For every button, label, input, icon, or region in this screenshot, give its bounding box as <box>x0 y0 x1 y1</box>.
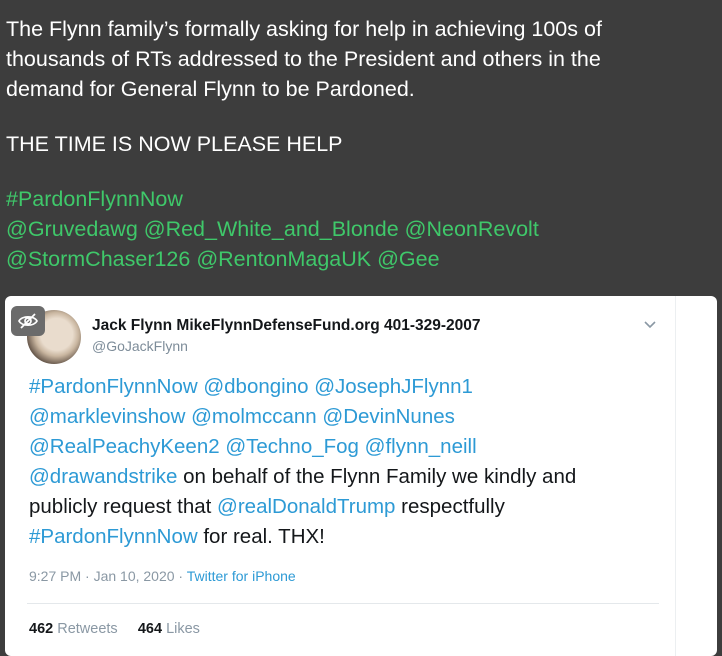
tweet-meta: 9:27 PM · Jan 10, 2020 · Twitter for iPh… <box>29 568 296 584</box>
likes-count: 464 <box>137 621 163 637</box>
hide-media-button[interactable] <box>11 306 45 336</box>
tweet-line: @RealPeachyKeen2 @Techno_Fog @flynn_neil… <box>29 435 477 458</box>
tweet-body: #PardonFlynnNow @dbongino @JosephJFlynn1… <box>29 372 669 552</box>
author-handle: @GoJackFlynn <box>92 338 188 354</box>
tweet-line: #PardonFlynnNow for real. THX! <box>29 522 669 552</box>
mentions-line[interactable]: @Gruvedawg @Red_White_and_Blonde @NeonRe… <box>6 214 706 244</box>
post-text: The Flynn family’s formally asking for h… <box>6 14 706 274</box>
retweets-count: 462 <box>29 621 54 637</box>
tweet-text: on behalf of the Flynn Family we kindly … <box>177 465 577 488</box>
tweet-line: publicly request that @realDonaldTrump r… <box>29 492 669 522</box>
post-line: THE TIME IS NOW PLEASE HELP <box>6 132 343 156</box>
post-line: thousands of RTs addressed to the Presid… <box>6 47 601 71</box>
tweet-time: 9:27 PM · Jan 10, 2020 · <box>29 568 187 584</box>
mentions-line[interactable]: @StormChaser126 @RentonMagaUK @Gee <box>6 244 706 274</box>
retweets-label: Retweets <box>57 621 118 637</box>
hashtag: #PardonFlynnNow <box>29 525 198 548</box>
post-line: The Flynn family’s formally asking for h… <box>6 17 602 41</box>
tweet-line: #PardonFlynnNow @dbongino @JosephJFlynn1 <box>29 375 473 398</box>
chevron-down-icon <box>644 321 656 329</box>
hashtag-link[interactable]: #PardonFlynnNow <box>6 184 706 214</box>
tweet-text: publicly request that <box>29 495 218 518</box>
mention: @drawandstrike <box>29 465 178 488</box>
tweet-source: Twitter for iPhone <box>186 568 296 584</box>
tweet-line: @marklevinshow @molmccann @DevinNunes <box>29 405 455 428</box>
author-name: Jack Flynn MikeFlynnDefenseFund.org 401-… <box>92 317 481 334</box>
tweet-stats: 462 Retweets 464 Likes <box>29 621 200 637</box>
embedded-tweet-image: Jack Flynn MikeFlynnDefenseFund.org 401-… <box>5 296 717 656</box>
post-line: demand for General Flynn to be Pardoned. <box>6 77 415 101</box>
tweet-text: for real. THX! <box>197 525 325 548</box>
divider <box>27 603 659 604</box>
likes-label: Likes <box>166 621 200 637</box>
tweet-line: @drawandstrike on behalf of the Flynn Fa… <box>29 462 669 492</box>
tweet-text: respectfully <box>395 495 505 518</box>
divider <box>675 296 676 656</box>
eye-slash-icon <box>18 313 38 329</box>
mention: @realDonaldTrump <box>217 495 396 518</box>
